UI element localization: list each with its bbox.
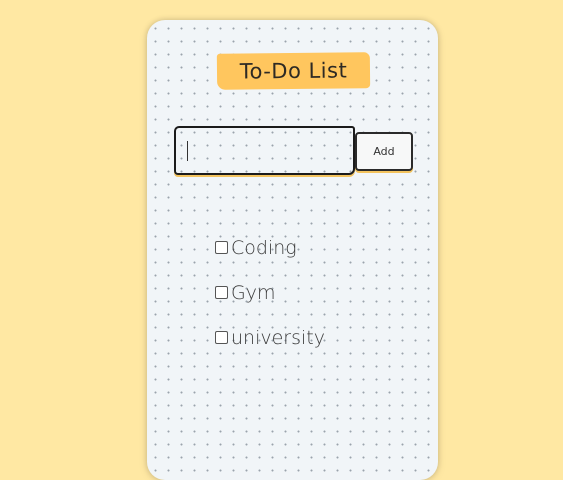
list-item: Gym — [215, 270, 415, 315]
todo-label: university — [231, 326, 325, 349]
todo-label: Coding — [231, 236, 297, 259]
page-title: To-Do List — [216, 52, 371, 90]
add-button[interactable]: Add — [355, 132, 413, 171]
todo-checkbox[interactable] — [215, 286, 228, 299]
todo-list: Coding Gym university — [215, 225, 415, 360]
list-item: Coding — [215, 225, 415, 270]
todo-input-wrapper[interactable] — [174, 126, 355, 175]
todo-checkbox[interactable] — [215, 241, 228, 254]
todo-input[interactable] — [176, 128, 353, 173]
todo-label: Gym — [231, 281, 276, 304]
todo-checkbox[interactable] — [215, 331, 228, 344]
todo-card: To-Do List Add Coding Gym university — [147, 20, 438, 480]
text-caret — [187, 141, 188, 161]
list-item: university — [215, 315, 415, 360]
